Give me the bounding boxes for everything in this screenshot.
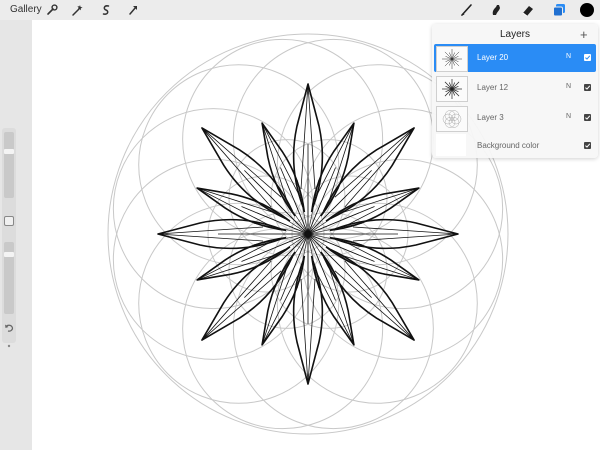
layer-name: Layer 20: [477, 53, 509, 62]
mandala-drawing: [157, 83, 459, 385]
sidebar: [2, 128, 16, 348]
top-toolbar: Gallery: [0, 0, 600, 20]
layer-row-background-color[interactable]: Background color: [434, 132, 596, 160]
thumbnail-stroke: [444, 81, 453, 90]
layer-thumbnail: [436, 46, 468, 72]
layers-panel-title: Layers: [499, 29, 530, 40]
modify-button-icon[interactable]: [4, 216, 14, 226]
brush-size-slider[interactable]: [4, 132, 14, 198]
thumbnail-stroke: [444, 58, 453, 67]
brush-icon[interactable]: [459, 2, 475, 18]
layer-thumbnail: [436, 106, 468, 132]
gallery-button[interactable]: Gallery: [10, 4, 42, 15]
layers-icon[interactable]: [551, 2, 567, 18]
smudge-icon[interactable]: [488, 2, 504, 18]
visibility-checkbox[interactable]: [584, 84, 591, 91]
mandala-center: [304, 230, 312, 238]
opacity-slider[interactable]: [4, 242, 14, 314]
plus-icon[interactable]: +: [580, 27, 588, 42]
layer-name: Layer 3: [477, 113, 504, 122]
eraser-icon[interactable]: [520, 2, 536, 18]
layer-row-layer-3[interactable]: Layer 3 N: [434, 104, 596, 132]
thumbnail-stroke: [451, 51, 460, 60]
thumbnail-stroke: [444, 51, 453, 60]
redo-icon[interactable]: [6, 336, 12, 348]
layer-row-layer-12[interactable]: Layer 12 N: [434, 74, 596, 102]
thumbnail-stroke: [451, 88, 460, 97]
thumbnail-circle: [444, 110, 456, 121]
blend-mode-label[interactable]: N: [566, 53, 571, 60]
thumbnail-stroke: [444, 88, 453, 97]
visibility-checkbox[interactable]: [584, 142, 591, 149]
thumbnail-circle: [450, 113, 462, 125]
thumbnail-circle: [442, 113, 454, 125]
background-color-swatch[interactable]: [436, 134, 466, 156]
layer-row-layer-20[interactable]: Layer 20 N: [434, 44, 596, 72]
thumbnail-stroke: [451, 58, 460, 67]
visibility-checkbox[interactable]: [584, 54, 591, 61]
wrench-icon[interactable]: [45, 3, 59, 17]
transform-arrow-icon[interactable]: [126, 3, 140, 17]
layer-name: Layer 12: [477, 83, 509, 92]
layers-panel: Layers + Layer 20 N Layer 12 N Layer 3 N: [432, 24, 598, 158]
blend-mode-label[interactable]: N: [566, 113, 571, 120]
magic-wand-icon[interactable]: [70, 3, 84, 17]
blend-mode-label[interactable]: N: [566, 83, 571, 90]
opacity-handle[interactable]: [4, 252, 14, 258]
thumbnail-stroke: [451, 81, 460, 90]
undo-icon[interactable]: [3, 321, 15, 333]
selection-icon[interactable]: [99, 3, 113, 17]
color-icon[interactable]: [579, 2, 595, 18]
brush-size-handle[interactable]: [4, 149, 14, 155]
layer-name: Background color: [477, 141, 540, 150]
thumbnail-circle: [448, 110, 460, 121]
layer-thumbnail: [436, 76, 468, 102]
visibility-checkbox[interactable]: [584, 114, 591, 121]
